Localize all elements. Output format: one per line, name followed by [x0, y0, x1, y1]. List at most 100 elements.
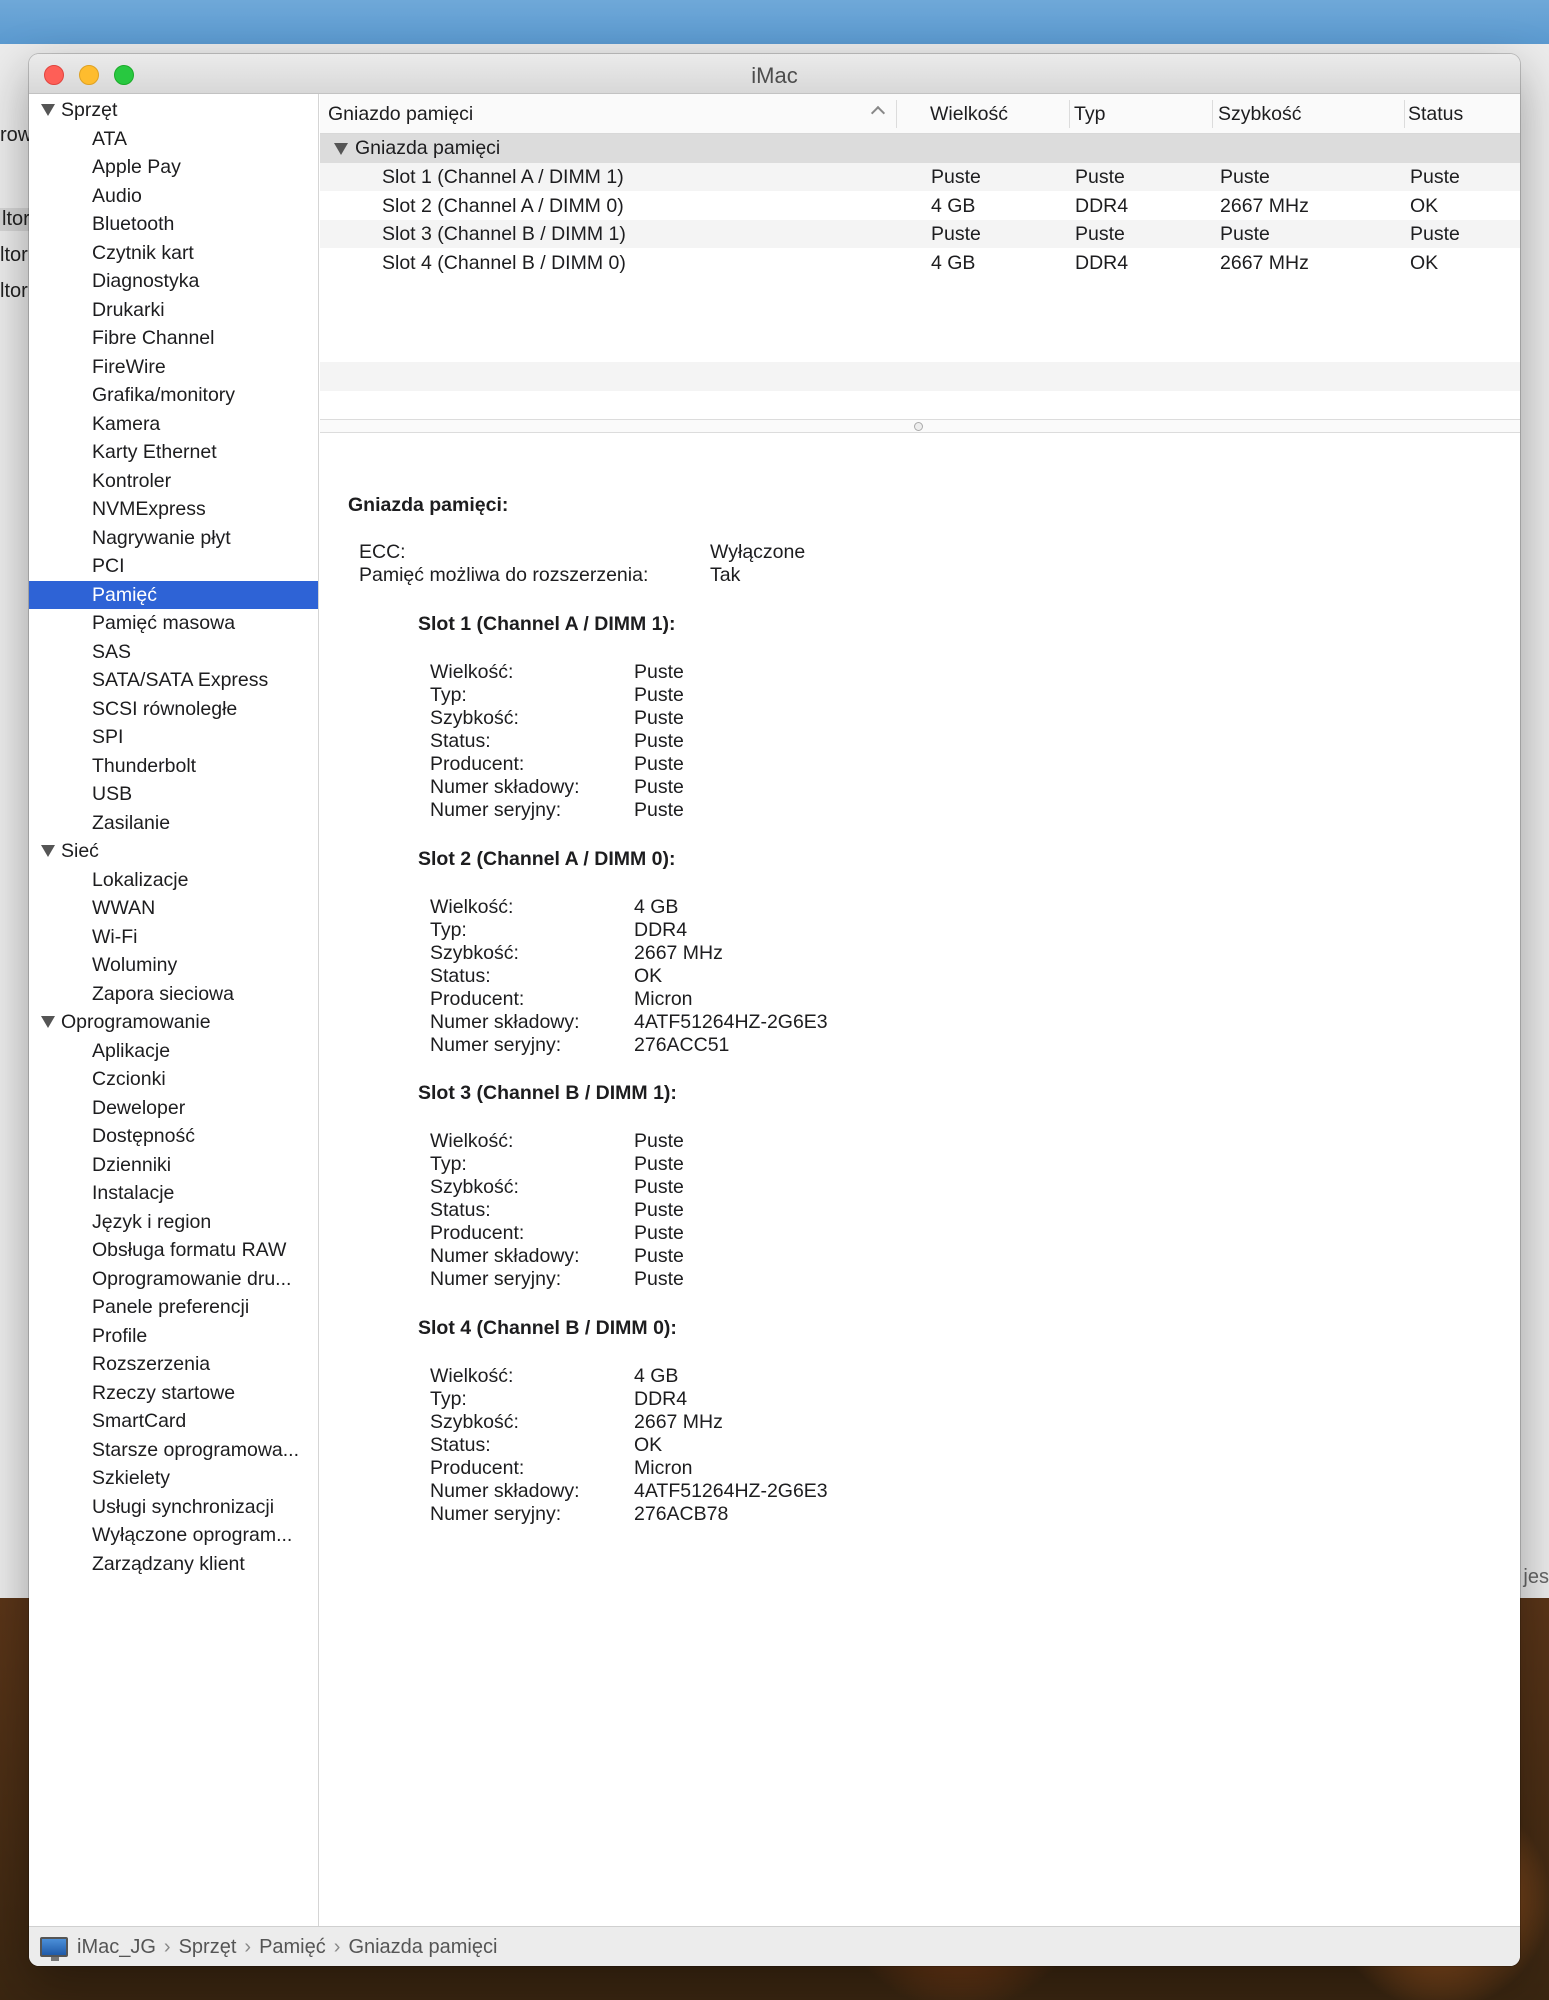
sidebar-item-instalacje[interactable]: Instalacje [29, 1179, 318, 1207]
sidebar-item-czcionki[interactable]: Czcionki [29, 1065, 318, 1093]
sidebar-item-woluminy[interactable]: Woluminy [29, 951, 318, 979]
sidebar-item-firewire[interactable]: FireWire [29, 353, 318, 381]
sidebar-section-siec[interactable]: Sieć [29, 837, 318, 865]
sidebar-item-nagrywanie-plyt[interactable]: Nagrywanie płyt [29, 524, 318, 552]
sidebar-item-czytnik-kart[interactable]: Czytnik kart [29, 239, 318, 267]
column-header-type[interactable]: Typ [1074, 94, 1105, 134]
sidebar-section-oprogramowanie[interactable]: Oprogramowanie [29, 1008, 318, 1036]
disclosure-triangle-icon[interactable] [41, 845, 55, 857]
sidebar-item-wwan[interactable]: WWAN [29, 894, 318, 922]
sidebar-item-zasilanie[interactable]: Zasilanie [29, 809, 318, 837]
column-header-status[interactable]: Status [1408, 94, 1463, 134]
sidebar-item-apple-pay[interactable]: Apple Pay [29, 153, 318, 181]
column-header-speed[interactable]: Szybkość [1218, 94, 1301, 134]
sidebar-section-sprzet[interactable]: Sprzęt [29, 96, 318, 124]
sidebar-item-jezyk-i-region[interactable]: Język i region [29, 1208, 318, 1236]
table-row[interactable]: Slot 4 (Channel B / DIMM 0) 4 GB DDR4 2667 … [320, 249, 1520, 277]
sidebar-item-diagnostyka[interactable]: Diagnostyka [29, 267, 318, 295]
sidebar-item-rzeczy-startowe[interactable]: Rzeczy startowe [29, 1379, 318, 1407]
detail-value: Puste [634, 1268, 684, 1290]
breadcrumb-item[interactable]: iMac_JG [77, 1936, 156, 1958]
sidebar-item-uslugi-synchronizacji[interactable]: Usługi synchronizacji [29, 1493, 318, 1521]
splitter-handle-icon[interactable] [914, 422, 923, 431]
sidebar-item-dzienniki[interactable]: Dzienniki [29, 1151, 318, 1179]
sidebar-item-bluetooth[interactable]: Bluetooth [29, 210, 318, 238]
column-divider[interactable] [1404, 100, 1405, 128]
sidebar-item-nvmexpress[interactable]: NVMExpress [29, 495, 318, 523]
disclosure-triangle-icon[interactable] [41, 1016, 55, 1028]
sidebar-item-grafika-monitory[interactable]: Grafika/monitory [29, 381, 318, 409]
column-header-size[interactable]: Wielkość [930, 94, 1008, 134]
table-group-row[interactable]: Gniazda pamięci [320, 134, 1520, 163]
sidebar-item-obsluga-formatu-raw[interactable]: Obsługa formatu RAW [29, 1236, 318, 1264]
breadcrumb-item[interactable]: Sprzęt [179, 1936, 237, 1958]
sidebar-item-wylaczone-oprogram[interactable]: Wyłączone oprogram... [29, 1521, 318, 1549]
sidebar-item-pamiec-masowa[interactable]: Pamięć masowa [29, 609, 318, 637]
sidebar-item-kontroler[interactable]: Kontroler [29, 467, 318, 495]
sidebar-item-fibre-channel[interactable]: Fibre Channel [29, 324, 318, 352]
sidebar-item-kamera[interactable]: Kamera [29, 410, 318, 438]
breadcrumb-item[interactable]: Pamięć [259, 1936, 326, 1958]
detail-key: Numer składowy: [430, 1010, 580, 1033]
sidebar-item-label: Dostępność [92, 1125, 195, 1147]
disclosure-triangle-icon[interactable] [41, 104, 55, 116]
sidebar-item-profile[interactable]: Profile [29, 1322, 318, 1350]
cell-type: Puste [1075, 223, 1125, 245]
column-header-slot[interactable]: Gniazdo pamięci [328, 94, 473, 134]
breadcrumb-item[interactable]: Gniazda pamięci [348, 1936, 497, 1958]
sidebar-item-szkielety[interactable]: Szkielety [29, 1464, 318, 1492]
table-row[interactable]: Slot 2 (Channel A / DIMM 0) 4 GB DDR4 2667 … [320, 192, 1520, 220]
sidebar-item-sas[interactable]: SAS [29, 638, 318, 666]
sidebar-item-zapora-sieciowa[interactable]: Zapora sieciowa [29, 980, 318, 1008]
sidebar-item-rozszerzenia[interactable]: Rozszerzenia [29, 1350, 318, 1378]
sidebar-item-pci[interactable]: PCI [29, 552, 318, 580]
sidebar-item-thunderbolt[interactable]: Thunderbolt [29, 752, 318, 780]
sidebar-item-lokalizacje[interactable]: Lokalizacje [29, 866, 318, 894]
pane-splitter[interactable] [320, 419, 1520, 433]
cell-slot: Slot 4 (Channel B / DIMM 0) [382, 251, 626, 274]
column-divider[interactable] [896, 100, 897, 128]
sidebar-section-label: Sprzęt [61, 99, 118, 121]
empty-table-row [320, 362, 1520, 391]
sidebar-item-smartcard[interactable]: SmartCard [29, 1407, 318, 1435]
detail-value: Puste [634, 776, 684, 798]
sidebar-item-label: Obsługa formatu RAW [92, 1239, 287, 1261]
sidebar-item-label: Język i region [92, 1210, 212, 1233]
sidebar-item-oprogramowanie-dru[interactable]: Oprogramowanie dru... [29, 1265, 318, 1293]
sidebar-item-label: Karty Ethernet [92, 441, 217, 463]
column-divider[interactable] [1212, 100, 1213, 128]
sidebar-item-sata-sata-express[interactable]: SATA/SATA Express [29, 666, 318, 694]
sidebar-item-label: Lokalizacje [92, 868, 189, 891]
disclosure-triangle-icon[interactable] [334, 143, 348, 155]
sidebar-item-drukarki[interactable]: Drukarki [29, 296, 318, 324]
column-divider[interactable] [1069, 100, 1070, 128]
detail-value: Puste [634, 661, 684, 683]
table-row[interactable]: Slot 3 (Channel B / DIMM 1) Puste Puste Pus… [320, 220, 1520, 248]
sidebar-item-karty-ethernet[interactable]: Karty Ethernet [29, 438, 318, 466]
sidebar-item-label: PCI [92, 555, 125, 577]
sidebar-item-audio[interactable]: Audio [29, 182, 318, 210]
sidebar-item-spi[interactable]: SPI [29, 723, 318, 751]
sidebar-item-ata[interactable]: ATA [29, 125, 318, 153]
title-bar[interactable]: iMac [29, 54, 1520, 94]
slot-title: Slot 2 (Channel A / DIMM 0): [418, 847, 676, 870]
sidebar-item-aplikacje[interactable]: Aplikacje [29, 1037, 318, 1065]
detail-value: OK [634, 964, 663, 987]
slot-title: Slot 3 (Channel B / DIMM 1): [418, 1082, 677, 1104]
sidebar-item-usb[interactable]: USB [29, 780, 318, 808]
cell-slot: Slot 3 (Channel B / DIMM 1) [382, 223, 626, 245]
sidebar-item-dostepnosc[interactable]: Dostępność [29, 1122, 318, 1150]
sidebar-item-wi-fi[interactable]: Wi-Fi [29, 923, 318, 951]
cell-type: Puste [1075, 166, 1125, 188]
detail-value: Puste [634, 1176, 684, 1198]
background-window-label: ltor [0, 244, 28, 266]
sidebar-item-deweloper[interactable]: Deweloper [29, 1094, 318, 1122]
sidebar-item-panele-preferencji[interactable]: Panele preferencji [29, 1293, 318, 1321]
sidebar-item-pamiec[interactable]: Pamięć [29, 580, 318, 609]
table-row[interactable]: Slot 1 (Channel A / DIMM 1) Puste Puste Pus… [320, 163, 1520, 191]
sidebar-item-zarzadzany-klient[interactable]: Zarządzany klient [29, 1550, 318, 1578]
sidebar-item-label: Kamera [92, 412, 161, 435]
sidebar-item-scsi-rownolegle[interactable]: SCSI równoległe [29, 695, 318, 723]
sidebar-item-label: Pamięć [92, 583, 158, 606]
sidebar-item-starsze-oprogramowa[interactable]: Starsze oprogramowa... [29, 1436, 318, 1464]
